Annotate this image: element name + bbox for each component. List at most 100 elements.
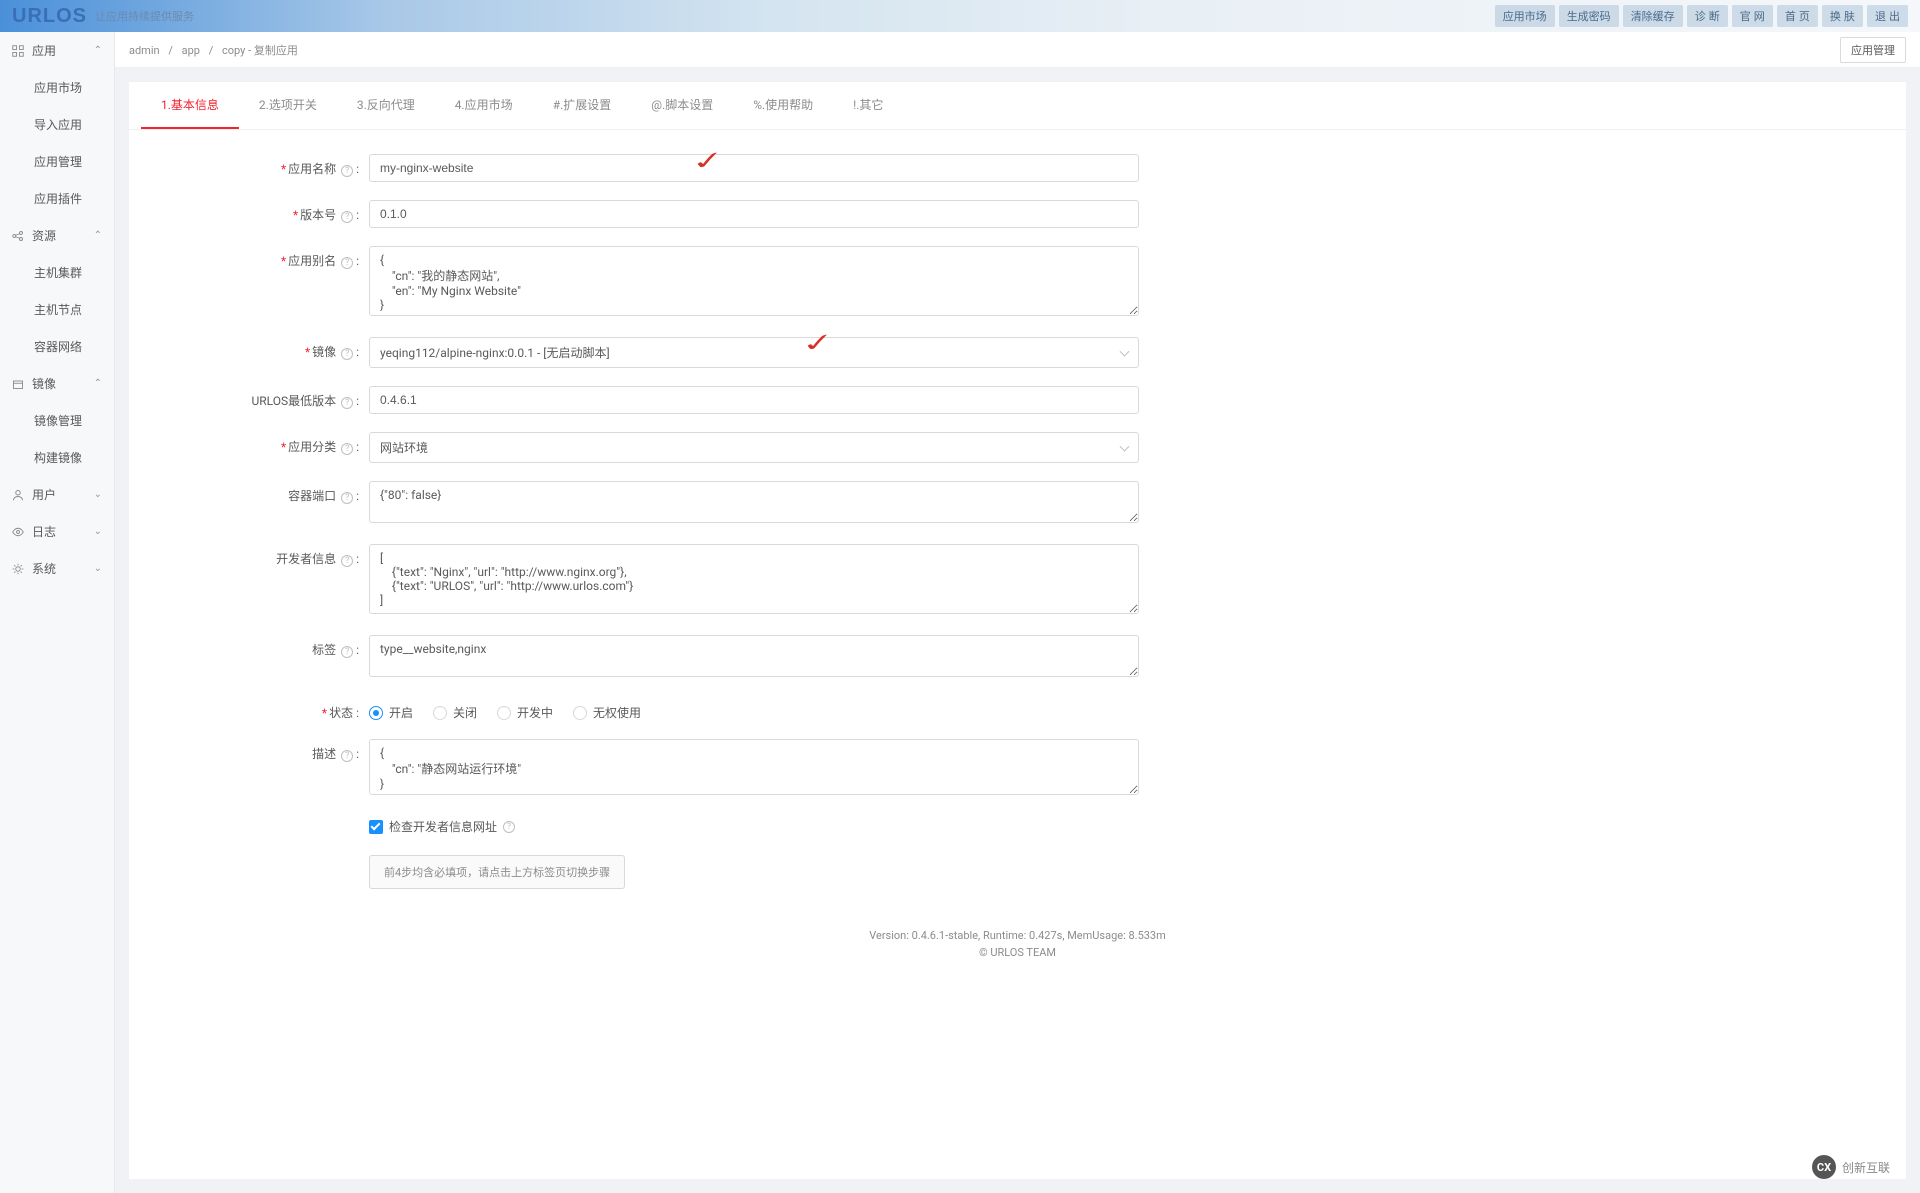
input-version[interactable] [369,200,1139,228]
label-version: *版本号 ? : [169,200,369,223]
header-btn-clearcache[interactable]: 清除缓存 [1623,5,1683,27]
breadcrumb-copy[interactable]: copy [222,44,245,57]
breadcrumb-app[interactable]: app [182,44,200,57]
textarea-description[interactable]: { "cn": "静态网站运行环境" } [369,739,1139,795]
sidebar-item-host-cluster[interactable]: 主机集群 [0,254,114,291]
sidebar-item-import-app[interactable]: 导入应用 [0,106,114,143]
chevron-down-icon: ⌄ [94,526,102,537]
sidebar-item-container-net[interactable]: 容器网络 [0,328,114,365]
chevron-down-icon: ⌄ [94,563,102,574]
sidebar-item-build-image[interactable]: 构建镜像 [0,439,114,476]
radio-status-open[interactable]: 开启 [369,704,413,721]
watermark-logo-icon: CX [1812,1155,1836,1179]
sidebar-label: 应用 [32,42,56,59]
textarea-aliases[interactable]: { "cn": "我的静态网站", "en": "My Nginx Websit… [369,246,1139,316]
help-icon[interactable]: ? [341,397,353,409]
sidebar-label: 用户 [32,486,56,503]
logo: URLOS [12,5,87,28]
watermark-text: 创新互联 [1842,1159,1890,1176]
header-btn-home[interactable]: 首 页 [1777,5,1818,27]
header-btn-diagnose[interactable]: 诊 断 [1687,5,1728,27]
header-btn-skin[interactable]: 换 肤 [1822,5,1863,27]
footer-info: Version: 0.4.6.1-stable, Runtime: 0.427s… [129,929,1906,942]
help-icon[interactable]: ? [341,750,353,762]
textarea-developer[interactable]: [ {"text": "Nginx", "url": "http://www.n… [369,544,1139,614]
sidebar-item-image-manage[interactable]: 镜像管理 [0,402,114,439]
tab-market[interactable]: 4.应用市场 [435,82,533,129]
radio-status-noauth[interactable]: 无权使用 [573,704,641,721]
help-icon[interactable]: ? [341,646,353,658]
label-tags: 标签 ? : [169,635,369,658]
textarea-ports[interactable]: {"80": false} [369,481,1139,523]
help-icon[interactable]: ? [503,821,515,833]
gear-icon [12,563,24,575]
checkbox-check-developer-url[interactable]: 检查开发者信息网址 ? [369,818,1866,835]
help-icon[interactable]: ? [341,492,353,504]
sidebar-label: 镜像 [32,375,56,392]
sidebar-group-system[interactable]: 系统 ⌄ [0,550,114,587]
footer-copyright: © URLOS TEAM [129,946,1906,959]
header: URLOS 让应用持续提供服务 应用市场 生成密码 清除缓存 诊 断 官 网 首… [0,0,1920,32]
breadcrumb-admin[interactable]: admin [129,44,160,57]
sidebar-item-host-node[interactable]: 主机节点 [0,291,114,328]
label-developer: 开发者信息 ? : [169,544,369,567]
box-icon [12,378,24,390]
radio-status-close[interactable]: 关闭 [433,704,477,721]
sidebar-group-resources[interactable]: 资源 ⌃ [0,217,114,254]
eye-icon [12,526,24,538]
breadcrumb: admin / app / copy - 复制应用 [129,42,298,58]
sidebar-group-apps[interactable]: 应用 ⌃ [0,32,114,69]
tab-extension[interactable]: #.扩展设置 [533,82,632,129]
sidebar-group-images[interactable]: 镜像 ⌃ [0,365,114,402]
header-actions: 应用市场 生成密码 清除缓存 诊 断 官 网 首 页 换 肤 退 出 [1495,5,1908,27]
help-icon[interactable]: ? [341,348,353,360]
label-app-name: *应用名称 ? : [169,154,369,177]
app-manage-button[interactable]: 应用管理 [1840,37,1906,63]
share-icon [12,230,24,242]
chevron-up-icon: ⌃ [94,230,102,241]
help-icon[interactable]: ? [341,165,353,177]
label-aliases: *应用别名 ? : [169,246,369,269]
select-image[interactable]: yeqing112/alpine-nginx:0.0.1 - [无启动脚本] [369,337,1139,368]
sidebar-group-users[interactable]: 用户 ⌄ [0,476,114,513]
chevron-down-icon: ⌄ [94,489,102,500]
breadcrumb-current: 复制应用 [254,44,298,57]
watermark: CX 创新互联 [1812,1155,1890,1179]
slogan: 让应用持续提供服务 [95,8,194,24]
help-icon[interactable]: ? [341,211,353,223]
header-btn-market[interactable]: 应用市场 [1495,5,1555,27]
sidebar-label: 资源 [32,227,56,244]
tab-reverse-proxy[interactable]: 3.反向代理 [337,82,435,129]
header-btn-official[interactable]: 官 网 [1732,5,1773,27]
hint-text: 前4步均含必填项，请点击上方标签页切换步骤 [369,855,625,889]
textarea-tags[interactable]: type__website,nginx [369,635,1139,677]
tab-basic-info[interactable]: 1.基本信息 [141,82,239,129]
header-btn-genpwd[interactable]: 生成密码 [1559,5,1619,27]
tab-help[interactable]: %.使用帮助 [733,82,833,129]
sidebar: 应用 ⌃ 应用市场 导入应用 应用管理 应用插件 资源 ⌃ 主机集群 [0,32,115,1193]
input-min-version[interactable] [369,386,1139,414]
checkbox-label: 检查开发者信息网址 [389,818,497,835]
tab-options[interactable]: 2.选项开关 [239,82,337,129]
sidebar-label: 系统 [32,560,56,577]
user-icon [12,489,24,501]
apps-icon [12,45,24,57]
sidebar-item-app-plugin[interactable]: 应用插件 [0,180,114,217]
footer: Version: 0.4.6.1-stable, Runtime: 0.427s… [129,913,1906,979]
checkbox-icon [369,820,383,834]
tab-script[interactable]: @.脚本设置 [631,82,733,129]
sidebar-label: 日志 [32,523,56,540]
help-icon[interactable]: ? [341,443,353,455]
header-btn-logout[interactable]: 退 出 [1867,5,1908,27]
chevron-up-icon: ⌃ [94,378,102,389]
tab-other[interactable]: !.其它 [833,82,903,129]
help-icon[interactable]: ? [341,555,353,567]
sidebar-item-app-market[interactable]: 应用市场 [0,69,114,106]
sidebar-item-app-manage[interactable]: 应用管理 [0,143,114,180]
input-app-name[interactable] [369,154,1139,182]
label-ports: 容器端口 ? : [169,481,369,504]
sidebar-group-logs[interactable]: 日志 ⌄ [0,513,114,550]
help-icon[interactable]: ? [341,257,353,269]
select-category[interactable]: 网站环境 [369,432,1139,463]
radio-status-dev[interactable]: 开发中 [497,704,553,721]
